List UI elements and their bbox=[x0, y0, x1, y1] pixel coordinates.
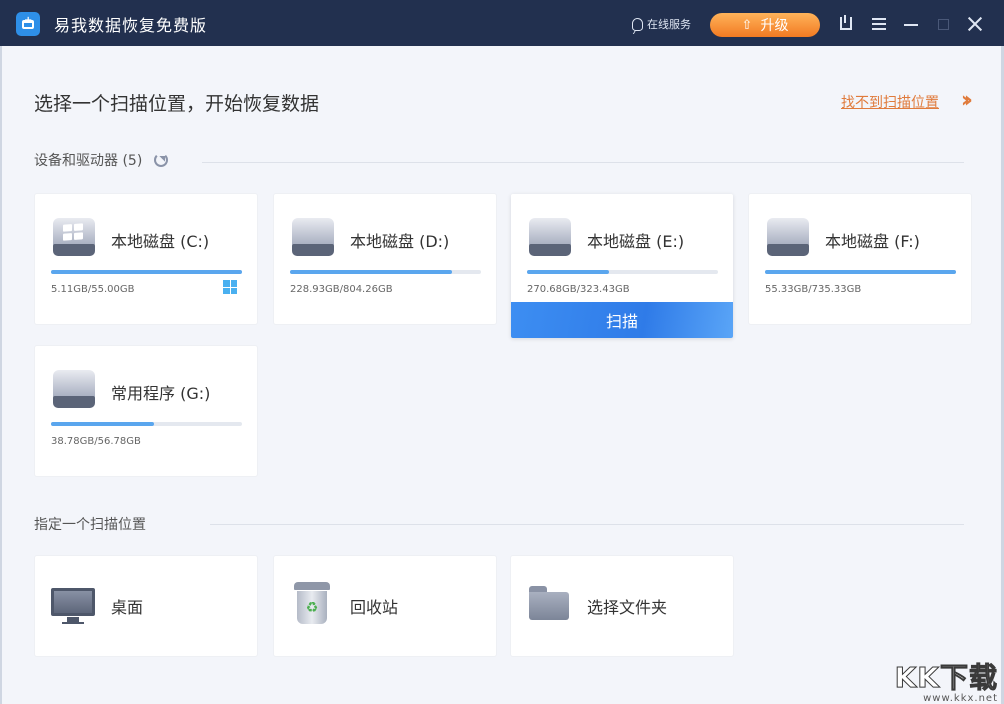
locations-section-header: 指定一个扫描位置 bbox=[34, 514, 146, 534]
online-service-label: 在线服务 bbox=[647, 18, 691, 31]
section-divider bbox=[202, 162, 964, 163]
drive-size: 5.11GB/55.00GB bbox=[51, 284, 135, 295]
title-bar: 易我数据恢复免费版 在线服务 ⇧ 升级 bbox=[0, 0, 1004, 46]
drive-name: 本地磁盘 (F:) bbox=[825, 232, 920, 251]
drive-usage-bar bbox=[290, 270, 481, 274]
watermark: KK下载 www.kkx.net bbox=[894, 661, 998, 704]
locations-section-title: 指定一个扫描位置 bbox=[34, 517, 146, 533]
not-found-location-link[interactable]: 找不到扫描位置 bbox=[841, 92, 939, 112]
desktop-monitor-icon bbox=[51, 588, 95, 624]
disk-icon bbox=[767, 218, 809, 256]
chat-icon bbox=[632, 17, 643, 31]
location-desktop[interactable]: 桌面 bbox=[35, 556, 257, 656]
drive-name: 常用程序 (G:) bbox=[111, 384, 211, 403]
close-icon[interactable] bbox=[967, 16, 983, 32]
folder-icon bbox=[529, 586, 569, 620]
location-recycle-bin[interactable]: ♻ 回收站 bbox=[274, 556, 496, 656]
drive-size: 228.93GB/804.26GB bbox=[290, 284, 393, 295]
location-select-folder[interactable]: 选择文件夹 bbox=[511, 556, 733, 656]
online-service-button[interactable]: 在线服务 bbox=[632, 16, 691, 32]
location-label: 回收站 bbox=[350, 598, 399, 617]
drive-usage-bar bbox=[51, 270, 242, 274]
watermark-url: www.kkx.net bbox=[923, 693, 998, 704]
drive-card-d[interactable]: 本地磁盘 (D:) 228.93GB/804.26GB bbox=[274, 194, 496, 324]
drive-name: 本地磁盘 (C:) bbox=[111, 232, 210, 251]
drive-usage-bar bbox=[51, 422, 242, 426]
location-label: 选择文件夹 bbox=[587, 598, 668, 617]
upgrade-button[interactable]: ⇧ 升级 bbox=[710, 13, 820, 37]
section-divider bbox=[210, 524, 964, 525]
drive-size: 270.68GB/323.43GB bbox=[527, 284, 630, 295]
page-title: 选择一个扫描位置，开始恢复数据 bbox=[34, 93, 320, 115]
watermark-logo: KK下载 bbox=[894, 661, 998, 694]
export-icon[interactable] bbox=[840, 15, 852, 30]
location-label: 桌面 bbox=[111, 598, 144, 617]
disk-icon bbox=[529, 218, 571, 256]
drive-size: 38.78GB/56.78GB bbox=[51, 436, 141, 447]
drive-size: 55.33GB/735.33GB bbox=[765, 284, 862, 295]
devices-section-title: 设备和驱动器 (5) bbox=[34, 153, 143, 169]
scan-button[interactable]: 扫描 bbox=[511, 302, 733, 338]
drive-card-c[interactable]: 本地磁盘 (C:) 5.11GB/55.00GB bbox=[35, 194, 257, 324]
upgrade-label: 升级 bbox=[760, 18, 789, 34]
system-disk-icon bbox=[53, 218, 95, 256]
double-chevron-right-icon[interactable]: ›› bbox=[961, 88, 973, 113]
upgrade-arrow-icon: ⇧ bbox=[741, 17, 753, 33]
drive-card-f[interactable]: 本地磁盘 (F:) 55.33GB/735.33GB bbox=[749, 194, 971, 324]
recycle-bin-icon: ♻ bbox=[294, 582, 330, 624]
disk-icon bbox=[53, 370, 95, 408]
drive-name: 本地磁盘 (D:) bbox=[350, 232, 450, 251]
devices-section-header: 设备和驱动器 (5) bbox=[34, 150, 169, 170]
windows-icon bbox=[223, 280, 237, 294]
drive-card-e[interactable]: 本地磁盘 (E:) 270.68GB/323.43GB 扫描 bbox=[511, 194, 733, 338]
maximize-icon[interactable] bbox=[938, 19, 949, 30]
drive-name: 本地磁盘 (E:) bbox=[587, 232, 685, 251]
drive-usage-bar bbox=[527, 270, 718, 274]
refresh-icon[interactable] bbox=[154, 153, 169, 167]
minimize-icon[interactable] bbox=[904, 24, 918, 26]
disk-icon bbox=[292, 218, 334, 256]
main-panel: 选择一个扫描位置，开始恢复数据 找不到扫描位置 ›› 设备和驱动器 (5) 本地… bbox=[2, 46, 1001, 704]
drive-usage-bar bbox=[765, 270, 956, 274]
drive-card-g[interactable]: 常用程序 (G:) 38.78GB/56.78GB bbox=[35, 346, 257, 476]
menu-icon[interactable] bbox=[872, 18, 886, 30]
app-title: 易我数据恢复免费版 bbox=[54, 16, 208, 35]
app-logo-icon bbox=[16, 12, 40, 36]
